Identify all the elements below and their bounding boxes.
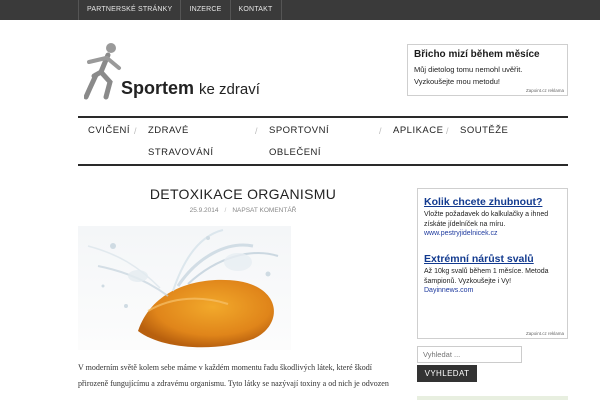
logo-bold: Sportem	[121, 78, 195, 98]
nav-souteze[interactable]: SOUTĚŽE	[460, 118, 508, 144]
site-logo[interactable]: Sportem ke zdraví	[84, 42, 264, 106]
ad1-title[interactable]: Kolik chcete zhubnout?	[424, 196, 542, 208]
header-ad-text: Můj dietolog tomu nemohl uvěřit. Vyzkouš…	[414, 64, 564, 88]
sidebar-widget-edge	[417, 396, 568, 400]
header-ad-source[interactable]: Zapoint.cz reklama	[526, 88, 564, 93]
nav-separator: /	[446, 126, 449, 136]
nav-separator: /	[255, 126, 258, 136]
nav-separator: /	[379, 126, 382, 136]
comment-link[interactable]: NAPSAT KOMENTÁŘ	[232, 207, 296, 214]
top-nav-kontakt[interactable]: KONTAKT	[229, 0, 282, 20]
nav-sportovni-2[interactable]: OBLEČENÍ	[269, 140, 321, 166]
ad2-title[interactable]: Extrémní nárůst svalů	[424, 253, 534, 265]
sidebar-ad-source[interactable]: Zapoint.cz reklama	[526, 331, 564, 336]
ad1-text: Vložte požadavek do kalkulačky a ihned z…	[424, 210, 564, 230]
meta-separator: /	[224, 207, 227, 214]
article-image-graphic	[78, 226, 291, 350]
nav-cviceni[interactable]: CVIČENÍ	[88, 118, 130, 144]
search-button[interactable]: VYHLEDAT	[417, 365, 477, 382]
ad2-line2: šampionů. Vyzkoušejte i Vy!	[424, 278, 512, 285]
article-image[interactable]	[78, 226, 291, 350]
ad1-url[interactable]: www.pestryjidelnicek.cz	[424, 230, 498, 237]
article-date: 25.9.2014	[189, 207, 219, 214]
logo-text: Sportem ke zdraví	[121, 78, 260, 99]
top-nav: PARTNERSKÉ STRÁNKY INZERCE KONTAKT	[78, 0, 282, 20]
ad2-line1: Až 10kg svalů během 1 měsíce. Metoda	[424, 268, 549, 275]
top-bar: PARTNERSKÉ STRÁNKY INZERCE KONTAKT	[0, 0, 600, 20]
ad1-line1: Vložte požadavek do kalkulačky a ihned	[424, 211, 549, 218]
article-meta: 25.9.2014 / NAPSAT KOMENTÁŘ	[78, 207, 408, 214]
logo-light: ke zdraví	[199, 81, 260, 98]
ad2-text: Až 10kg svalů během 1 měsíce. Metoda šam…	[424, 267, 564, 287]
ad1-line2: získáte jídelníček na míru.	[424, 221, 506, 228]
article-excerpt: V moderním světě kolem sebe máme v každé…	[78, 360, 396, 392]
header-ad-line2: Vyzkoušejte mou metodu!	[414, 77, 501, 86]
nav-aplikace[interactable]: APLIKACE	[393, 118, 443, 144]
nav-zdrave-2[interactable]: STRAVOVÁNÍ	[148, 140, 214, 166]
article-line2: přirozeně fungujícímu a zdravému organis…	[78, 379, 389, 388]
search-input[interactable]	[417, 346, 522, 363]
header-ad-line1: Můj dietolog tomu nemohl uvěřit.	[414, 65, 523, 74]
runner-icon	[84, 43, 121, 100]
article-title[interactable]: DETOXIKACE ORGANISMU	[78, 186, 408, 202]
header-ad[interactable]: Břicho mizí během měsíce Můj dietolog to…	[407, 44, 568, 96]
main-nav: CVIČENÍ / ZDRAVÉ STRAVOVÁNÍ / SPORTOVNÍ …	[78, 116, 568, 166]
sidebar-ad: Kolik chcete zhubnout? Vložte požadavek …	[417, 188, 568, 339]
article-line1: V moderním světě kolem sebe máme v každé…	[78, 363, 372, 372]
top-nav-inzerce[interactable]: INZERCE	[180, 0, 229, 20]
top-nav-partners[interactable]: PARTNERSKÉ STRÁNKY	[78, 0, 180, 20]
header-ad-title[interactable]: Břicho mizí během měsíce	[414, 49, 540, 60]
ad2-url[interactable]: Dayinnews.com	[424, 287, 473, 294]
nav-separator: /	[134, 126, 137, 136]
